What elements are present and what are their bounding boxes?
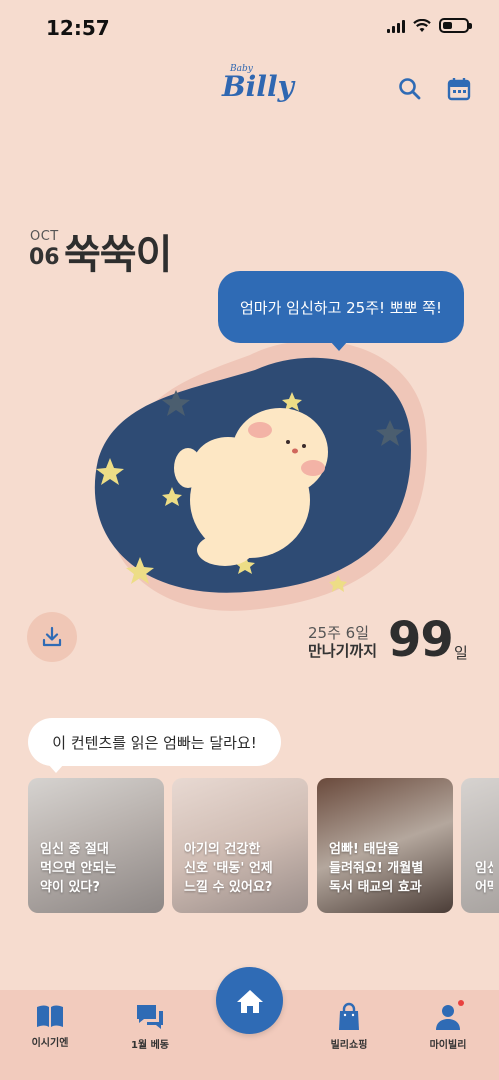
download-icon (42, 626, 62, 647)
nav-label: 이시기엔 (31, 1038, 69, 1049)
content-tooltip-tail (48, 764, 64, 773)
notification-dot (458, 1000, 464, 1006)
content-card[interactable]: 엄빠! 태담을 들려줘요! 개월별 독서 태교의 효과 (317, 778, 453, 913)
chat-icon (137, 1005, 163, 1029)
signal-icon (387, 19, 405, 33)
birth-day: 06 (29, 245, 60, 270)
nav-item-my-billy[interactable]: 마이빌리 (408, 1002, 488, 1051)
baby-illustration[interactable] (60, 300, 460, 620)
card-caption-line: 임신 중 절대 (40, 842, 109, 857)
card-caption-line: 어떡 (475, 880, 493, 895)
card-caption: 아기의 건강한 신호 '태동' 언제 느낄 수 있어요? (184, 840, 302, 897)
card-caption-line: 신호 '태동' 언제 (184, 861, 273, 876)
baby-nickname[interactable]: 쑥쑥이 (64, 222, 172, 280)
nav-home-button[interactable] (216, 967, 283, 1034)
days-left-number: 99 (388, 612, 454, 668)
billy-logo[interactable]: Baby Billy (222, 62, 294, 103)
speech-bubble-tail (330, 341, 348, 351)
wifi-icon (413, 18, 431, 32)
speech-bubble: 엄마가 임신하고 25주! 뽀뽀 쪽! (218, 271, 464, 343)
book-icon (37, 1005, 63, 1027)
content-card[interactable]: 아기의 건강한 신호 '태동' 언제 느낄 수 있어요? (172, 778, 308, 913)
card-caption-line: 약이 있다? (40, 880, 100, 895)
nav-label: 1월 베동 (130, 1040, 170, 1051)
calendar-icon (447, 78, 471, 101)
nav-item-community[interactable]: 1월 베동 (110, 1002, 190, 1051)
card-caption-line: 들려줘요! 개월별 (329, 861, 424, 876)
card-caption-line: 임신 (475, 861, 493, 876)
calendar-button[interactable] (446, 76, 472, 102)
shopping-bag-icon (339, 1002, 359, 1030)
nav-label: 빌리쇼핑 (330, 1040, 368, 1051)
card-caption-line: 독서 태교의 효과 (329, 880, 422, 895)
home-icon (236, 989, 263, 1013)
person-icon (436, 1005, 460, 1030)
content-tooltip: 이 컨텐츠를 읽은 엄빠는 달라요! (28, 718, 281, 766)
card-caption: 임신 중 절대 먹으면 안되는 약이 있다? (40, 840, 158, 897)
status-icons (387, 18, 472, 33)
nav-item-this-period[interactable]: 이시기엔 (10, 1002, 90, 1049)
until-meeting-label: 만나기까지 (308, 642, 378, 660)
card-caption: 엄빠! 태담을 들려줘요! 개월별 독서 태교의 효과 (329, 840, 447, 897)
birth-month: OCT (30, 229, 59, 244)
card-caption-line: 느낄 수 있어요? (184, 880, 273, 895)
nav-item-shopping[interactable]: 빌리쇼핑 (309, 1002, 389, 1051)
nav-label: 마이빌리 (429, 1040, 467, 1051)
card-caption-line: 엄빠! 태담을 (329, 842, 400, 857)
card-caption-line: 아기의 건강한 (184, 842, 261, 857)
status-time: 12:57 (46, 16, 110, 40)
logo-small: Baby (230, 64, 253, 74)
search-button[interactable] (397, 76, 423, 102)
logo-text: Billy (222, 70, 294, 103)
download-button[interactable] (27, 612, 77, 662)
days-unit: 일 (454, 644, 468, 662)
battery-icon (439, 18, 472, 33)
search-icon (399, 78, 421, 100)
content-card[interactable]: 임신 중 절대 먹으면 안되는 약이 있다? (28, 778, 164, 913)
card-caption: 임신 어떡 (475, 859, 493, 897)
content-card[interactable]: 임신 어떡 (461, 778, 499, 913)
card-caption-line: 먹으면 안되는 (40, 861, 117, 876)
